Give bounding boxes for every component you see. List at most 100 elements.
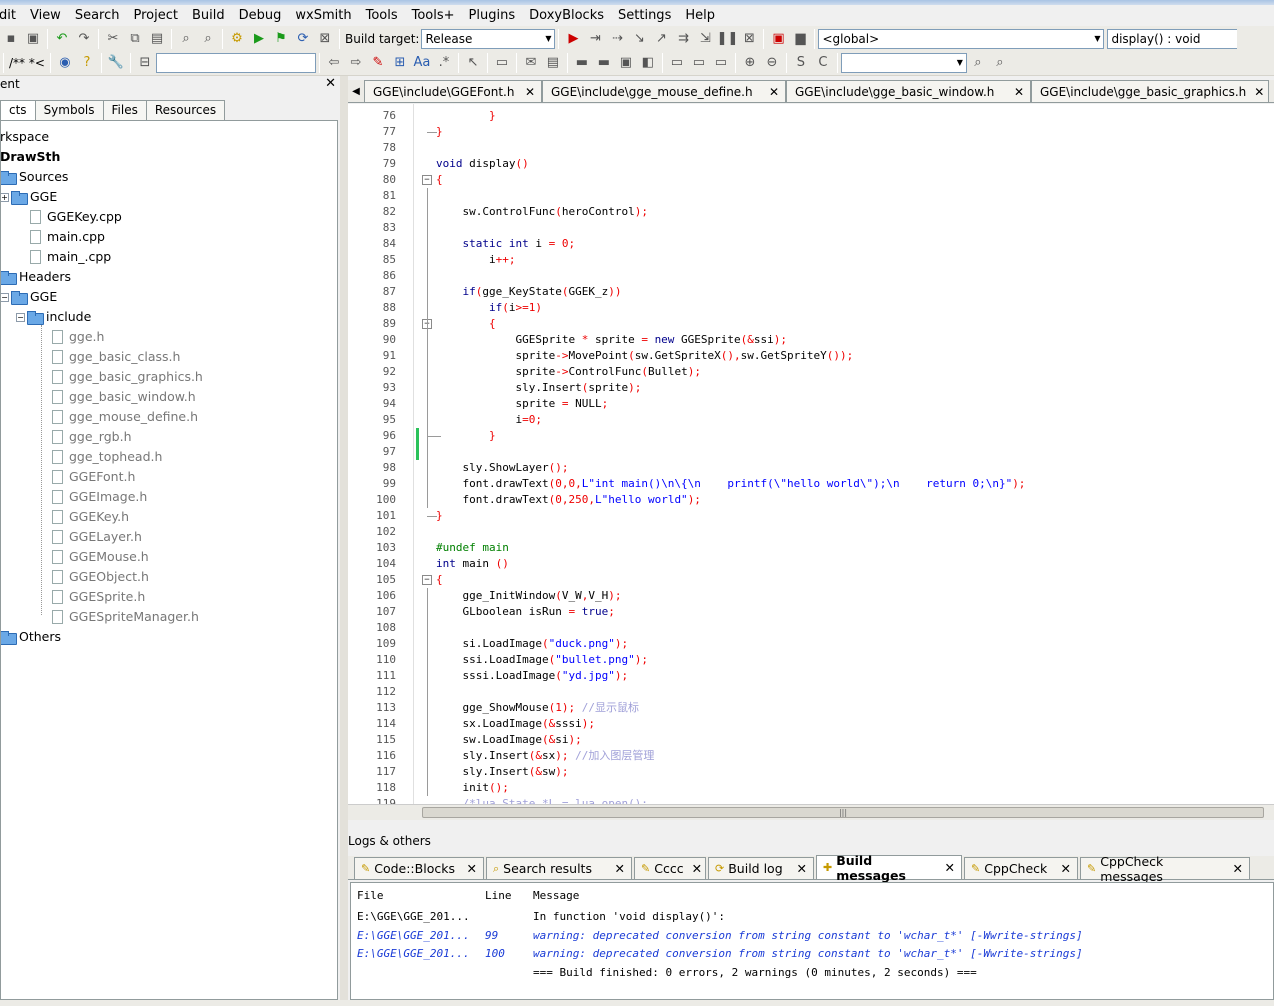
- menu-item-debug[interactable]: Debug: [232, 8, 289, 23]
- tree-item[interactable]: rkspace: [1, 127, 49, 147]
- code-line[interactable]: 94 sprite = NULL;: [348, 396, 1274, 412]
- editor-tab[interactable]: GGE\include\gge_basic_graphics.h ✕: [1031, 80, 1269, 102]
- tree-item[interactable]: GGEKey.cpp: [16, 207, 122, 227]
- menu-item-project[interactable]: Project: [127, 8, 185, 23]
- cut-icon[interactable]: ✂: [103, 29, 123, 49]
- tree-item[interactable]: gge_mouse_define.h: [52, 407, 198, 427]
- tree-item[interactable]: GGESpriteManager.h: [52, 607, 199, 627]
- rebuild-icon[interactable]: ⟳: [293, 29, 313, 49]
- step-instruction-icon[interactable]: ⇲: [695, 29, 715, 49]
- code-line[interactable]: 76 }: [348, 108, 1274, 124]
- close-icon[interactable]: ✕: [945, 860, 955, 875]
- menu-item-dit[interactable]: dit: [0, 8, 23, 23]
- logs-tab[interactable]: ⟳ Build log ✕: [708, 857, 814, 879]
- tree-item[interactable]: Headers: [1, 267, 71, 287]
- tree-item[interactable]: GGEObject.h: [52, 567, 149, 587]
- pause-icon[interactable]: ❚❚: [717, 29, 739, 49]
- rect-icon[interactable]: ▭: [492, 53, 512, 73]
- code-line[interactable]: 119 /*lua_State *L = lua_open();: [348, 796, 1274, 804]
- tree-item[interactable]: gge_rgb.h: [52, 427, 132, 447]
- doxywizard-icon[interactable]: ◉: [55, 53, 75, 73]
- menu-item-search[interactable]: Search: [68, 8, 127, 23]
- code-line[interactable]: 106 gge_InitWindow(V_W,V_H);: [348, 588, 1274, 604]
- code-line[interactable]: 81: [348, 188, 1274, 204]
- tab-symbols[interactable]: Symbols: [34, 100, 104, 120]
- back-arrow-icon[interactable]: ⇦: [324, 53, 344, 73]
- tree-item[interactable]: DrawSth: [1, 147, 60, 167]
- close-icon[interactable]: ✕: [615, 861, 625, 876]
- fold-marker-icon[interactable]: −: [422, 575, 432, 585]
- toolbar-search-input[interactable]: [155, 52, 316, 73]
- layout-3-icon[interactable]: ▣: [616, 53, 636, 73]
- tree-item[interactable]: main_.cpp: [16, 247, 111, 267]
- lock-icon[interactable]: ⊟: [135, 53, 155, 73]
- stop-debug-icon[interactable]: ⊠: [739, 29, 759, 49]
- code-line[interactable]: 114 sx.LoadImage(&sssi);: [348, 716, 1274, 732]
- code-line[interactable]: 79 void display(): [348, 156, 1274, 172]
- regex-icon[interactable]: .*: [434, 53, 454, 73]
- panel-splitter[interactable]: [340, 76, 348, 1006]
- run-to-cursor-icon[interactable]: ⇥: [585, 29, 605, 49]
- code-line[interactable]: 89 {: [348, 316, 1274, 332]
- code-line[interactable]: 91 sprite->MovePoint(sw.GetSpriteX(),sw.…: [348, 348, 1274, 364]
- menu-item-wxsmith[interactable]: wxSmith: [288, 8, 358, 23]
- code-line[interactable]: 101}: [348, 508, 1274, 524]
- close-icon[interactable]: ✕: [769, 85, 779, 99]
- code-line[interactable]: 97: [348, 444, 1274, 460]
- code-line[interactable]: 107 GLboolean isRun = true;: [348, 604, 1274, 620]
- tab-resources[interactable]: Resources: [145, 100, 226, 120]
- menu-item-plugins[interactable]: Plugins: [462, 8, 523, 23]
- tree-item[interactable]: − GGE: [1, 287, 57, 307]
- run-icon[interactable]: ▶: [249, 29, 269, 49]
- code-line[interactable]: 99 font.drawText(0,0,L"int main()\n\{\n …: [348, 476, 1274, 492]
- doxyblocks-comment-button[interactable]: /** *<: [9, 56, 45, 70]
- code-line[interactable]: 102: [348, 524, 1274, 540]
- logs-tab[interactable]: ✎ CppCheck ✕: [964, 857, 1078, 879]
- debug-info-icon[interactable]: ▆: [790, 29, 810, 49]
- close-icon[interactable]: ✕: [1254, 85, 1264, 99]
- debug-windows-icon[interactable]: ▣: [768, 29, 788, 49]
- tree-item[interactable]: GGELayer.h: [52, 527, 142, 547]
- save-all-icon[interactable]: ▣: [23, 29, 43, 49]
- column-file[interactable]: File: [357, 889, 384, 905]
- wrench-icon[interactable]: 🔧: [106, 53, 126, 73]
- collapse-icon[interactable]: −: [16, 312, 25, 322]
- scrollbar-thumb[interactable]: |||: [422, 807, 1264, 818]
- code-line[interactable]: 83: [348, 220, 1274, 236]
- font-aa-icon[interactable]: Aa: [412, 53, 432, 73]
- code-line[interactable]: 111 sssi.LoadImage("yd.jpg");: [348, 668, 1274, 684]
- editor-tab[interactable]: GGE\include\GGEFont.h ✕: [364, 80, 542, 102]
- tree-item[interactable]: − include: [16, 307, 91, 327]
- menu-item-doxyblocks[interactable]: DoxyBlocks: [522, 8, 611, 23]
- fold-marker-icon[interactable]: −: [422, 175, 432, 185]
- code-line[interactable]: 115 sw.LoadImage(&si);: [348, 732, 1274, 748]
- panel-3-icon[interactable]: ▭: [711, 53, 731, 73]
- code-line[interactable]: 117 sly.Insert(&sw);: [348, 764, 1274, 780]
- code-line[interactable]: 100 font.drawText(0,250,L"hello world");: [348, 492, 1274, 508]
- find-icon[interactable]: ⌕: [176, 29, 196, 49]
- tab-files[interactable]: Files: [102, 100, 147, 120]
- tree-item[interactable]: Sources: [1, 167, 68, 187]
- s-icon[interactable]: S: [791, 53, 811, 73]
- paste-icon[interactable]: ▤: [147, 29, 167, 49]
- code-line[interactable]: 88 if(i>=1): [348, 300, 1274, 316]
- step-out-icon[interactable]: ↗: [651, 29, 671, 49]
- code-editor[interactable]: 76 } 77} 78 79 void display() 80{81 82 sw.Cont…: [348, 104, 1274, 804]
- copy-icon[interactable]: ⧉: [125, 29, 145, 49]
- code-line[interactable]: 112: [348, 684, 1274, 700]
- tab-cts[interactable]: cts: [0, 100, 36, 121]
- code-line[interactable]: 108: [348, 620, 1274, 636]
- tree-item[interactable]: GGEImage.h: [52, 487, 147, 507]
- tree-item[interactable]: GGEMouse.h: [52, 547, 149, 567]
- code-line[interactable]: 93 sly.Insert(sprite);: [348, 380, 1274, 396]
- editor-tab[interactable]: GGE\include\gge_mouse_define.h ✕: [542, 80, 786, 102]
- code-line[interactable]: 80 {: [348, 172, 1274, 188]
- save-icon[interactable]: ▪: [1, 29, 21, 49]
- code-line[interactable]: 77}: [348, 124, 1274, 140]
- menu-item-view[interactable]: View: [23, 8, 68, 23]
- build-run-icon[interactable]: ⚑: [271, 29, 291, 49]
- envelope-icon[interactable]: ✉: [521, 53, 541, 73]
- tree-item[interactable]: + GGE: [1, 187, 57, 207]
- close-icon[interactable]: ✕: [1061, 861, 1071, 876]
- next-instruction-icon[interactable]: ⇉: [673, 29, 693, 49]
